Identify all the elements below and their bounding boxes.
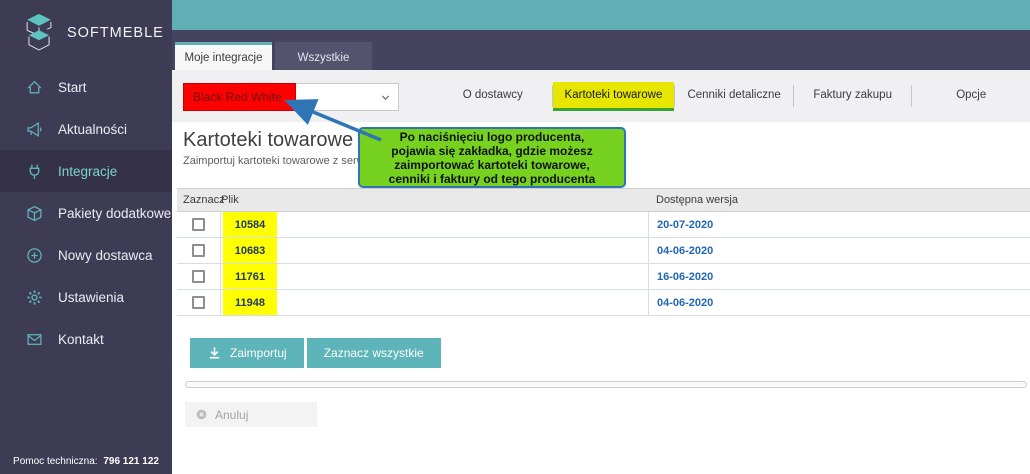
highlight-red-box: Black Red White — [183, 83, 296, 111]
available-version: 16-06-2020 — [657, 271, 713, 283]
sidebar-nav: Start Aktualności Integracje Pakiety dod… — [0, 66, 172, 360]
cube-icon — [25, 204, 43, 222]
available-version: 04-06-2020 — [657, 297, 713, 309]
select-all-button-label: Zaznacz wszystkie — [324, 346, 424, 360]
plus-circle-icon — [25, 246, 43, 264]
sidebar-item-kontakt[interactable]: Kontakt — [0, 318, 172, 360]
supplier-menu-item-faktury-zakupu[interactable]: Faktury zakupu — [794, 82, 912, 111]
sidebar-item-nowy-dostawca[interactable]: Nowy dostawca — [0, 234, 172, 276]
callout-line: cenniki i faktury od tego producenta — [389, 172, 596, 186]
supplier-menu: O dostawcy Kartoteki towarowe Cenniki de… — [434, 70, 1030, 122]
table-header: Zaznacz Plik Dostępna wersja — [177, 188, 1030, 212]
callout-line: Po naciśnięciu logo producenta, — [400, 130, 585, 144]
supplier-name: Black Red White — [193, 90, 282, 104]
cancel-button[interactable]: Anuluj — [185, 402, 317, 427]
file-number: 10683 — [223, 238, 277, 263]
column-header-plik: Plik — [221, 194, 648, 206]
supplier-menu-item-o-dostawcy[interactable]: O dostawcy — [434, 82, 552, 111]
files-table: Zaznacz Plik Dostępna wersja 10584 20-07… — [177, 188, 1030, 316]
chevron-down-icon — [379, 91, 392, 109]
callout-line: zaimportować kartoteki towarowe, — [394, 158, 589, 172]
cancel-button-label: Anuluj — [215, 408, 248, 422]
app-title: SOFTMEBLE — [67, 25, 164, 41]
progress-bar — [185, 381, 1027, 388]
support-phone: 796 121 122 — [103, 456, 159, 467]
support-label: Pomoc techniczna: — [13, 456, 98, 467]
available-version: 04-06-2020 — [657, 245, 713, 257]
column-header-zaznacz: Zaznacz — [177, 194, 221, 206]
row-checkbox[interactable] — [192, 218, 205, 231]
download-icon — [207, 346, 222, 361]
select-all-button[interactable]: Zaznacz wszystkie — [307, 338, 441, 368]
sidebar-item-start[interactable]: Start — [0, 66, 172, 108]
callout-line: pojawia się zakładka, gdzie możesz — [391, 144, 592, 158]
sidebar: SOFTMEBLE Start Aktualności Integracje P… — [0, 0, 172, 474]
row-checkbox[interactable] — [192, 244, 205, 257]
home-icon — [25, 78, 43, 96]
table-body: 10584 20-07-2020 10683 04-06-2020 11761 … — [177, 212, 1030, 316]
sidebar-item-pakiety-dodatkowe[interactable]: Pakiety dodatkowe — [0, 192, 172, 234]
file-number: 10584 — [223, 212, 277, 237]
row-checkbox[interactable] — [192, 296, 205, 309]
cancel-icon — [195, 408, 208, 421]
file-number: 11761 — [223, 264, 277, 289]
tab-wszystkie[interactable]: Wszystkie — [275, 42, 372, 70]
available-version: 20-07-2020 — [657, 219, 713, 231]
table-row: 11761 16-06-2020 — [177, 264, 1030, 290]
tab-moje-integracje[interactable]: Moje integracje — [175, 42, 272, 70]
supplier-menu-item-opcje[interactable]: Opcje — [912, 82, 1030, 111]
annotation-callout: Po naciśnięciu logo producenta,pojawia s… — [358, 127, 626, 188]
sidebar-item-ustawienia[interactable]: Ustawienia — [0, 276, 172, 318]
supplier-toolbar: Black Red White O dostawcy Kartoteki tow… — [172, 70, 1030, 122]
supplier-menu-item-cenniki-detaliczne[interactable]: Cenniki detaliczne — [675, 82, 793, 111]
file-number: 11948 — [223, 290, 277, 315]
support-info: Pomoc techniczna: 796 121 122 — [0, 456, 172, 467]
table-row: 11948 04-06-2020 — [177, 290, 1030, 316]
plug-icon — [25, 162, 43, 180]
import-button-label: Zaimportuj — [230, 346, 287, 360]
tab-strip: Moje integracje Wszystkie — [172, 30, 1030, 70]
logo[interactable]: SOFTMEBLE — [0, 0, 172, 58]
column-header-dostepna-wersja: Dostępna wersja — [648, 194, 1030, 206]
row-checkbox[interactable] — [192, 270, 205, 283]
sidebar-item-aktualności[interactable]: Aktualności — [0, 108, 172, 150]
supplier-menu-item-kartoteki-towarowe[interactable]: Kartoteki towarowe — [553, 82, 675, 111]
softmeble-logo-icon — [18, 12, 60, 54]
table-row: 10584 20-07-2020 — [177, 212, 1030, 238]
action-buttons: Zaimportuj Zaznacz wszystkie — [190, 338, 441, 368]
import-button[interactable]: Zaimportuj — [190, 338, 304, 368]
top-teal-bar — [172, 0, 1030, 30]
megaphone-icon — [25, 120, 43, 138]
sidebar-item-integracje[interactable]: Integracje — [0, 150, 172, 192]
envelope-icon — [25, 330, 43, 348]
gear-icon — [25, 288, 43, 306]
tabs: Moje integracje Wszystkie — [175, 42, 372, 70]
table-row: 10683 04-06-2020 — [177, 238, 1030, 264]
